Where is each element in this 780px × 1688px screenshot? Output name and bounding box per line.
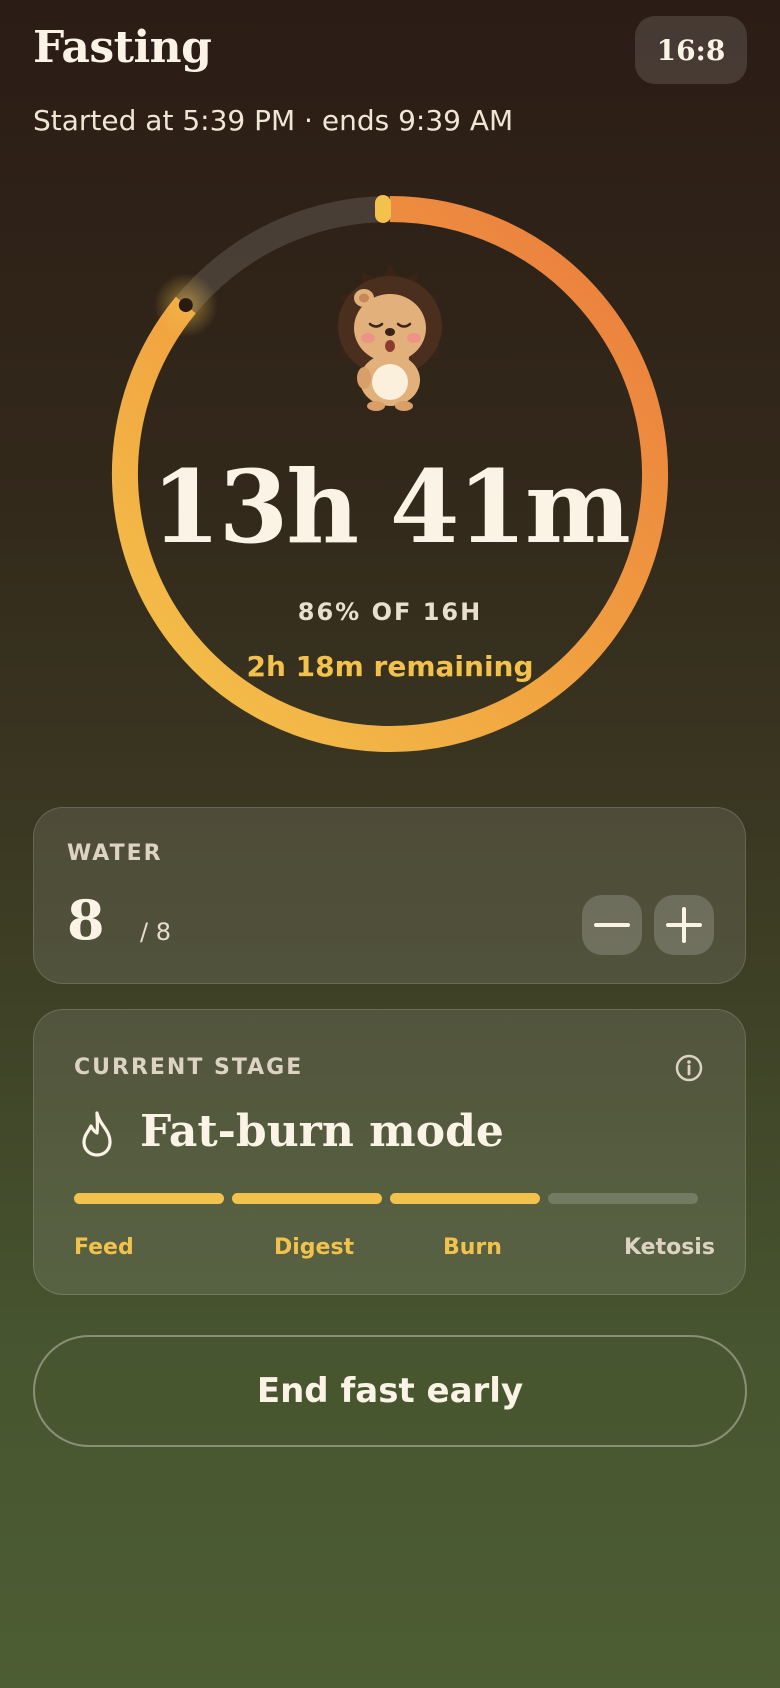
- progress-percent-label: 86% OF 16H: [297, 598, 483, 626]
- minus-icon: [594, 923, 630, 927]
- current-stage-label: CURRENT STAGE: [74, 1055, 304, 1080]
- stage-label-feed: Feed: [74, 1235, 134, 1260]
- stage-segment-burn: [390, 1193, 540, 1204]
- current-stage-name: Fat-burn mode: [140, 1106, 504, 1157]
- time-remaining: 2h 18m remaining: [246, 650, 534, 683]
- water-label: WATER: [67, 841, 163, 866]
- water-total: / 8: [140, 918, 171, 946]
- stage-segment-digest: [232, 1193, 382, 1204]
- stage-segment-feed: [74, 1193, 224, 1204]
- water-decrement-button[interactable]: [582, 895, 642, 955]
- elapsed-timer: 13h 41m: [151, 448, 631, 566]
- fast-schedule-subtitle: Started at 5:39 PM · ends 9:39 AM: [33, 104, 514, 137]
- sleepy-hedgehog-icon: [334, 264, 446, 411]
- progress-ring-start-marker: [375, 195, 391, 223]
- end-fast-early-button[interactable]: End fast early: [33, 1335, 747, 1447]
- stage-segment-ketosis: [548, 1193, 698, 1204]
- water-count: 8: [67, 888, 105, 952]
- stage-label-digest: Digest: [274, 1235, 355, 1260]
- water-increment-button[interactable]: [654, 895, 714, 955]
- plan-badge[interactable]: 16:8: [635, 16, 747, 84]
- stage-label-burn: Burn: [443, 1235, 502, 1260]
- current-stage-card: CURRENT STAGE Fat-burn mode Feed Digest …: [33, 1009, 746, 1295]
- progress-ring-knob[interactable]: [178, 298, 193, 313]
- water-card: WATER 8 / 8: [33, 807, 746, 984]
- page-title: Fasting: [33, 22, 212, 73]
- plus-icon: [666, 907, 702, 943]
- info-icon[interactable]: [674, 1053, 704, 1083]
- stage-label-ketosis: Ketosis: [624, 1235, 715, 1260]
- flame-icon: [82, 1111, 112, 1157]
